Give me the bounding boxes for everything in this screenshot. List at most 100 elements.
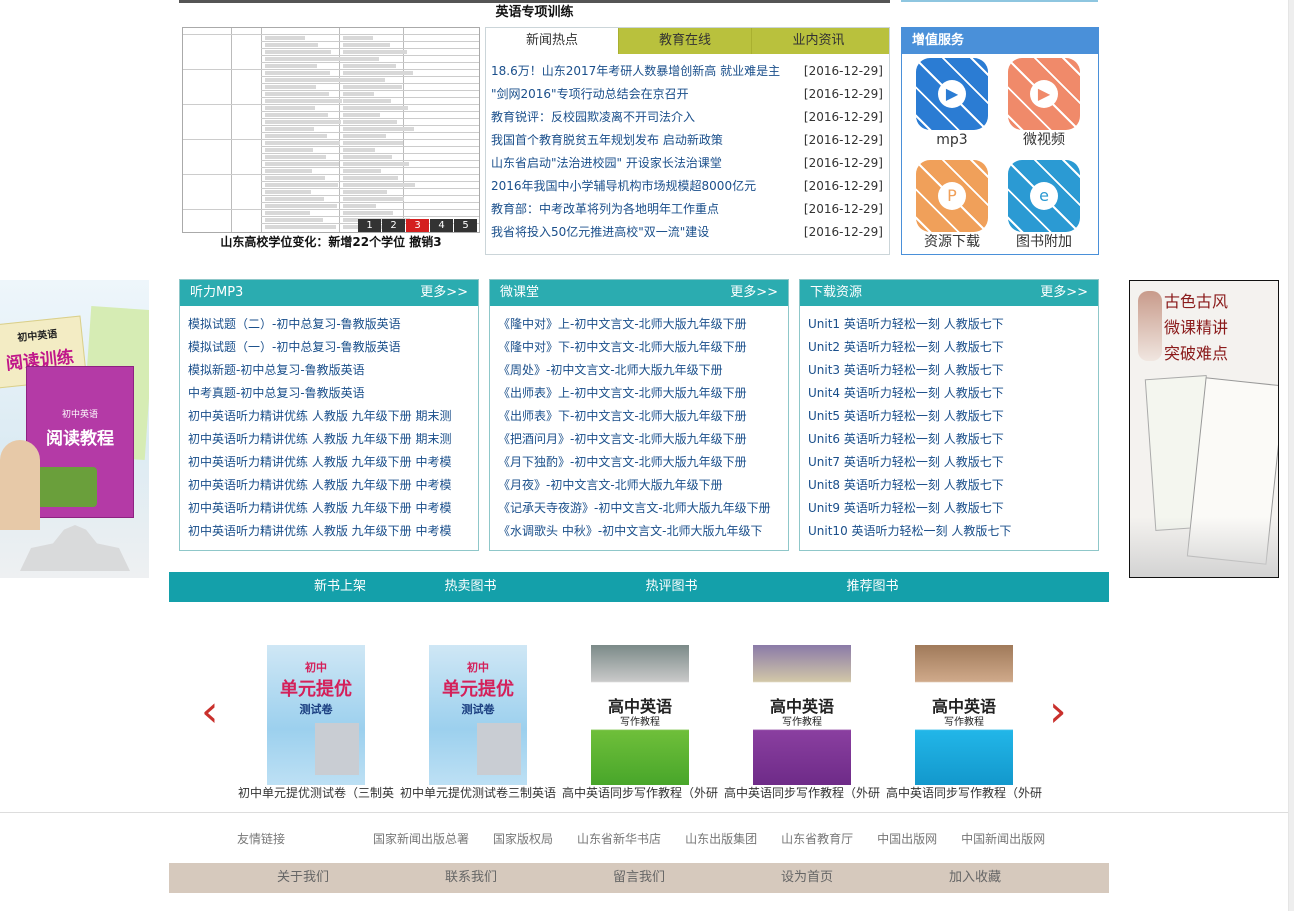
list-item[interactable]: 《记承天寺夜游》-初中文言文-北师大版九年级下册 bbox=[498, 497, 788, 520]
news-item-title[interactable]: 教育部：中考改革将列为各地明年工作重点 bbox=[491, 198, 719, 221]
list-item[interactable]: Unit4 英语听力轻松一刻 人教版七下 bbox=[808, 382, 1098, 405]
list-item[interactable]: 《周处》-初中文言文-北师大版九年级下册 bbox=[498, 359, 788, 382]
news-item-title[interactable]: "剑网2016"专项行动总结会在京召开 bbox=[491, 83, 689, 106]
book-cover[interactable]: 高中英语 写作教程 bbox=[753, 645, 851, 785]
list-item[interactable]: 初中英语听力精讲优练 人教版 九年级下册 中考模 bbox=[188, 474, 478, 497]
footer-link[interactable]: 设为首页 bbox=[723, 863, 891, 893]
friend-link[interactable]: 国家版权局 bbox=[493, 830, 553, 847]
friend-link[interactable]: 山东省新华书店 bbox=[577, 830, 661, 847]
slideshow-page-2[interactable]: 2 bbox=[382, 219, 405, 232]
tab-news-hot[interactable]: 新闻热点 bbox=[486, 28, 619, 54]
book-item[interactable]: 高中英语 写作教程 高中英语同步写作教程（外研 bbox=[562, 645, 718, 801]
footer-link[interactable]: 联系我们 bbox=[387, 863, 555, 893]
news-item[interactable]: 教育部：中考改革将列为各地明年工作重点 [2016-12-29] bbox=[486, 198, 889, 221]
service-mp3[interactable]: ▶ mp3 bbox=[912, 58, 992, 150]
slideshow-caption[interactable]: 山东高校学位变化：新增22个学位 撤销3 bbox=[182, 233, 480, 251]
list-item[interactable]: 初中英语听力精讲优练 人教版 九年级下册 中考模 bbox=[188, 451, 478, 474]
friend-link[interactable]: 中国出版网 bbox=[877, 830, 937, 847]
news-item-title[interactable]: 我省将投入50亿元推进高校"双一流"建设 bbox=[491, 221, 709, 244]
list-item[interactable]: Unit5 英语听力轻松一刻 人教版七下 bbox=[808, 405, 1098, 428]
list-item[interactable]: Unit8 英语听力轻松一刻 人教版七下 bbox=[808, 474, 1098, 497]
footer-link[interactable]: 留言我们 bbox=[555, 863, 723, 893]
carousel-prev-arrow[interactable]: ‹ bbox=[201, 690, 227, 734]
carousel-next-arrow[interactable]: › bbox=[1049, 690, 1075, 734]
book-title[interactable]: 高中英语同步写作教程（外研 bbox=[721, 785, 883, 801]
tab-hot-books[interactable]: 热卖图书 bbox=[370, 572, 571, 602]
right-side-ad[interactable]: 古色古风 微课精讲 突破难点 bbox=[1129, 280, 1279, 578]
service-micro-video[interactable]: ▶ 微视频 bbox=[1004, 58, 1084, 150]
book-item[interactable]: 高中英语 写作教程 高中英语同步写作教程（外研 bbox=[724, 645, 880, 801]
slideshow-page-3[interactable]: 3 bbox=[406, 219, 429, 232]
tab-education-online[interactable]: 教育在线 bbox=[619, 28, 752, 54]
list-item[interactable]: 初中英语听力精讲优练 人教版 九年级下册 期末测 bbox=[188, 405, 478, 428]
left-side-ad[interactable]: 初中英语 阅读训练 初中英语 阅读教程 bbox=[0, 280, 149, 578]
list-item[interactable]: Unit7 英语听力轻松一刻 人教版七下 bbox=[808, 451, 1098, 474]
list-item[interactable]: 模拟试题（二）-初中总复习-鲁教版英语 bbox=[188, 313, 478, 336]
news-item[interactable]: "剑网2016"专项行动总结会在京召开 [2016-12-29] bbox=[486, 83, 889, 106]
book-item[interactable]: 高中英语 写作教程 高中英语同步写作教程（外研 bbox=[886, 645, 1042, 801]
footer-link[interactable]: 关于我们 bbox=[219, 863, 387, 893]
list-item[interactable]: 《出师表》下-初中文言文-北师大版九年级下册 bbox=[498, 405, 788, 428]
list-item[interactable]: 模拟新题-初中总复习-鲁教版英语 bbox=[188, 359, 478, 382]
book-cover[interactable]: 高中英语 写作教程 bbox=[915, 645, 1013, 785]
news-item-title[interactable]: 18.6万！山东2017年考研人数暴增创新高 就业难是主 bbox=[491, 60, 780, 83]
tab-recommended-books[interactable]: 推荐图书 bbox=[772, 572, 973, 602]
top-banner-title[interactable]: 英语专项训练 bbox=[179, 1, 890, 20]
friend-link[interactable]: 中国新闻出版网 bbox=[961, 830, 1045, 847]
tab-new-books[interactable]: 新书上架 bbox=[169, 572, 370, 602]
tab-industry-news[interactable]: 业内资讯 bbox=[752, 28, 885, 54]
friend-link[interactable]: 山东省教育厅 bbox=[781, 830, 853, 847]
list-item[interactable]: 《月夜》-初中文言文-北师大版九年级下册 bbox=[498, 474, 788, 497]
list-item[interactable]: Unit10 英语听力轻松一刻 人教版七下 bbox=[808, 520, 1098, 543]
panel-listening-more[interactable]: 更多>> bbox=[420, 280, 468, 306]
news-item[interactable]: 18.6万！山东2017年考研人数暴增创新高 就业难是主 [2016-12-29] bbox=[486, 60, 889, 83]
list-item[interactable]: 初中英语听力精讲优练 人教版 九年级下册 中考模 bbox=[188, 520, 478, 543]
book-title[interactable]: 高中英语同步写作教程（外研 bbox=[559, 785, 721, 801]
news-item[interactable]: 我省将投入50亿元推进高校"双一流"建设 [2016-12-29] bbox=[486, 221, 889, 244]
list-item[interactable]: 《月下独酌》-初中文言文-北师大版九年级下册 bbox=[498, 451, 788, 474]
news-item[interactable]: 我国首个教育脱贫五年规划发布 启动新政策 [2016-12-29] bbox=[486, 129, 889, 152]
slideshow-page-4[interactable]: 4 bbox=[430, 219, 453, 232]
list-item[interactable]: Unit3 英语听力轻松一刻 人教版七下 bbox=[808, 359, 1098, 382]
list-item[interactable]: Unit6 英语听力轻松一刻 人教版七下 bbox=[808, 428, 1098, 451]
book-cover[interactable]: 初中 单元提优 测试卷 bbox=[267, 645, 365, 785]
news-item[interactable]: 山东省启动"法治进校园" 开设家长法治课堂 [2016-12-29] bbox=[486, 152, 889, 175]
book-cover[interactable]: 初中 单元提优 测试卷 bbox=[429, 645, 527, 785]
news-item[interactable]: 2016年我国中小学辅导机构市场规模超8000亿元 [2016-12-29] bbox=[486, 175, 889, 198]
service-book-attachment[interactable]: e 图书附加 bbox=[1004, 160, 1084, 252]
book-cover[interactable]: 高中英语 写作教程 bbox=[591, 645, 689, 785]
list-item[interactable]: 《把酒问月》-初中文言文-北师大版九年级下册 bbox=[498, 428, 788, 451]
page-scrollbar[interactable] bbox=[1288, 0, 1294, 911]
list-item[interactable]: 初中英语听力精讲优练 人教版 九年级下册 中考模 bbox=[188, 497, 478, 520]
book-item[interactable]: 初中 单元提优 测试卷 初中单元提优测试卷三制英语 bbox=[400, 645, 556, 801]
slideshow-page-1[interactable]: 1 bbox=[358, 219, 381, 232]
list-item[interactable]: 初中英语听力精讲优练 人教版 九年级下册 期末测 bbox=[188, 428, 478, 451]
friend-link[interactable]: 山东出版集团 bbox=[685, 830, 757, 847]
news-item-title[interactable]: 教育锐评：反校园欺凌离不开司法介入 bbox=[491, 106, 695, 129]
slideshow-image[interactable]: 12345 bbox=[182, 27, 480, 233]
news-item-title[interactable]: 山东省启动"法治进校园" 开设家长法治课堂 bbox=[491, 152, 722, 175]
panel-micro-more[interactable]: 更多>> bbox=[730, 280, 778, 306]
list-item[interactable]: 《水调歌头 中秋》-初中文言文-北师大版九年级下 bbox=[498, 520, 788, 543]
book-title[interactable]: 高中英语同步写作教程（外研 bbox=[883, 785, 1045, 801]
list-item[interactable]: 《隆中对》上-初中文言文-北师大版九年级下册 bbox=[498, 313, 788, 336]
list-item[interactable]: 中考真题-初中总复习-鲁教版英语 bbox=[188, 382, 478, 405]
book-title[interactable]: 初中单元提优测试卷（三制英 bbox=[235, 785, 397, 801]
list-item[interactable]: 模拟试题（一）-初中总复习-鲁教版英语 bbox=[188, 336, 478, 359]
panel-downloads-more[interactable]: 更多>> bbox=[1040, 280, 1088, 306]
tab-reviewed-books[interactable]: 热评图书 bbox=[571, 572, 772, 602]
friend-link[interactable]: 国家新闻出版总署 bbox=[373, 830, 469, 847]
footer-link[interactable]: 加入收藏 bbox=[891, 863, 1059, 893]
list-item[interactable]: 《出师表》上-初中文言文-北师大版九年级下册 bbox=[498, 382, 788, 405]
list-item[interactable]: Unit1 英语听力轻松一刻 人教版七下 bbox=[808, 313, 1098, 336]
list-item[interactable]: Unit9 英语听力轻松一刻 人教版七下 bbox=[808, 497, 1098, 520]
news-item-title[interactable]: 我国首个教育脱贫五年规划发布 启动新政策 bbox=[491, 129, 723, 152]
list-item[interactable]: 《隆中对》下-初中文言文-北师大版九年级下册 bbox=[498, 336, 788, 359]
slideshow-page-5[interactable]: 5 bbox=[454, 219, 477, 232]
list-item[interactable]: Unit2 英语听力轻松一刻 人教版七下 bbox=[808, 336, 1098, 359]
news-item[interactable]: 教育锐评：反校园欺凌离不开司法介入 [2016-12-29] bbox=[486, 106, 889, 129]
service-resource-download[interactable]: P 资源下载 bbox=[912, 160, 992, 252]
book-item[interactable]: 初中 单元提优 测试卷 初中单元提优测试卷（三制英 bbox=[238, 645, 394, 801]
book-title[interactable]: 初中单元提优测试卷三制英语 bbox=[397, 785, 559, 801]
news-item-title[interactable]: 2016年我国中小学辅导机构市场规模超8000亿元 bbox=[491, 175, 756, 198]
